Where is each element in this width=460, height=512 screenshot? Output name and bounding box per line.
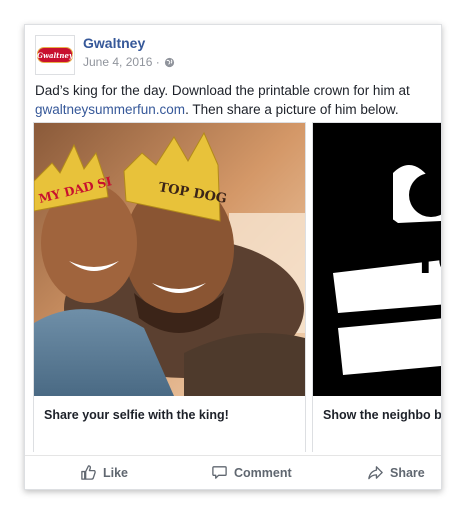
like-label: Like <box>103 465 129 480</box>
post-meta: June 4, 2016 · <box>83 55 175 69</box>
carousel-card[interactable]: MY DAD SI TOP DOG Share your selfie with… <box>33 122 306 452</box>
comment-icon <box>212 466 227 479</box>
selfie-illustration: MY DAD SI TOP DOG <box>34 123 305 396</box>
selfie-photo[interactable]: MY DAD SI TOP DOG <box>34 123 305 396</box>
share-button[interactable]: Share <box>367 464 425 481</box>
post-text: Dad’s king for the day. Download the pri… <box>35 81 435 119</box>
share-arrow-icon <box>368 466 383 480</box>
carousel-card[interactable]: TO Show the neighbo boss. <box>312 122 441 452</box>
thumbs-up-icon <box>81 465 96 480</box>
card-caption: Share your selfie with the king! <box>44 408 229 422</box>
crown-graphic[interactable]: TO <box>313 123 441 396</box>
page-name-link[interactable]: Gwaltney <box>83 35 145 51</box>
post-actions-bar: Like Comment Share <box>25 455 441 489</box>
crown-illustration: TO <box>313 123 441 396</box>
crown-text: TO <box>413 241 441 282</box>
card-caption: Show the neighbo boss. <box>323 408 441 422</box>
facebook-post: Gwaltney Gwaltney June 4, 2016 · Dad’s k… <box>24 24 442 490</box>
carousel: MY DAD SI TOP DOG Share your selfie with… <box>33 122 441 452</box>
share-label: Share <box>390 465 425 480</box>
gwaltney-logo: Gwaltney <box>37 47 73 63</box>
post-date[interactable]: June 4, 2016 · <box>83 55 160 69</box>
comment-label: Comment <box>234 465 292 480</box>
post-text-part: . Then share a picture of him below. <box>185 102 399 117</box>
website-link[interactable]: gwaltneysummerfun.com <box>35 102 185 117</box>
globe-icon <box>164 57 174 67</box>
comment-button[interactable]: Comment <box>211 464 292 481</box>
page-avatar[interactable]: Gwaltney <box>35 35 75 75</box>
post-text-part: Dad’s king for the day. Download the pri… <box>35 83 410 98</box>
like-button[interactable]: Like <box>80 464 128 481</box>
